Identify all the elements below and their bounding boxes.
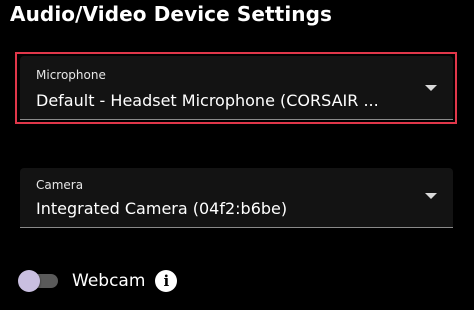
webcam-label: Webcam: [72, 271, 146, 291]
dropdown-arrow-icon[interactable]: [425, 193, 437, 199]
microphone-value: Default - Headset Microphone (CORSAIR ..…: [36, 91, 379, 110]
camera-underline: [20, 227, 453, 228]
toggle-thumb: [18, 270, 40, 292]
page-title: Audio/Video Device Settings: [10, 2, 333, 26]
camera-value: Integrated Camera (04f2:b6be): [36, 199, 288, 218]
camera-select[interactable]: Camera Integrated Camera (04f2:b6be): [20, 168, 453, 228]
microphone-label: Microphone: [36, 68, 106, 82]
microphone-underline: [20, 119, 453, 120]
dropdown-arrow-icon[interactable]: [425, 85, 437, 91]
info-icon[interactable]: i: [155, 270, 178, 292]
camera-label: Camera: [36, 178, 84, 192]
webcam-toggle[interactable]: [18, 268, 60, 294]
microphone-select[interactable]: Microphone Default - Headset Microphone …: [20, 56, 453, 120]
webcam-row: Webcam i: [18, 268, 178, 294]
